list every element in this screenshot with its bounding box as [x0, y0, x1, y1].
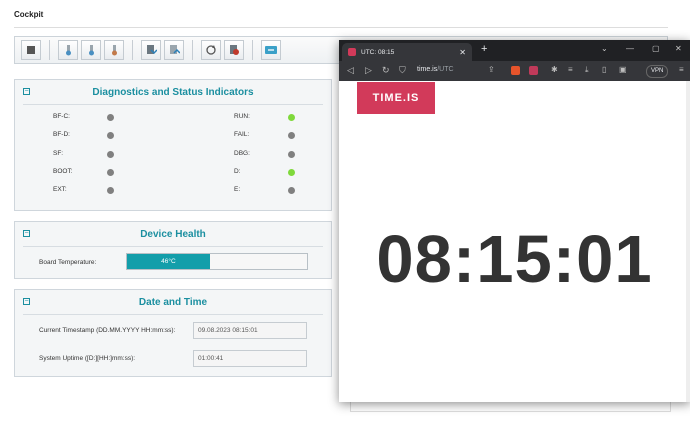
- window-close-icon[interactable]: ✕: [675, 44, 682, 53]
- stop-icon: [27, 46, 35, 54]
- status-led-icon: [107, 113, 114, 121]
- header-divider: [14, 27, 668, 28]
- playlist-icon[interactable]: ≡: [568, 65, 573, 74]
- network-button[interactable]: [261, 40, 281, 60]
- refresh-icon: [206, 45, 216, 55]
- indicator-label: FAIL:: [234, 131, 250, 138]
- collapse-icon[interactable]: −: [23, 88, 30, 95]
- toolbar-separator: [132, 40, 133, 60]
- browser-tab[interactable]: UTC: 08:15 ✕: [342, 43, 472, 61]
- extensions-icon[interactable]: ✱: [551, 65, 558, 74]
- thermometer-icon: [89, 45, 94, 56]
- thermometer-button-3[interactable]: [104, 40, 124, 60]
- timeis-logo[interactable]: TIME.IS: [357, 82, 435, 114]
- toolbar-separator: [252, 40, 253, 60]
- tab-bar: UTC: 08:15 ✕ + ⌄ — ▢ ✕: [339, 40, 690, 61]
- device-health-panel: − Device Health Board Temperature: 46°C: [14, 221, 332, 279]
- maximize-icon[interactable]: ▢: [652, 44, 660, 53]
- thermometer-icon: [112, 45, 117, 56]
- status-led-icon: [288, 168, 295, 176]
- bookmark-icon[interactable]: ⛉: [399, 65, 406, 76]
- thermometer-icon: [66, 45, 71, 56]
- status-led-icon: [288, 113, 295, 121]
- utc-clock: 08:15:01: [376, 222, 653, 297]
- board-temperature-bar: 46°C: [126, 253, 308, 270]
- new-tab-button[interactable]: +: [481, 43, 487, 55]
- status-led-icon: [288, 186, 295, 194]
- status-led-icon: [107, 131, 114, 139]
- status-led-icon: [107, 150, 114, 158]
- indicator-label: BOOT:: [53, 168, 73, 175]
- date-time-panel: − Date and Time Current Timestamp (DD.MM…: [14, 289, 332, 377]
- browser-window: UTC: 08:15 ✕ + ⌄ — ▢ ✕ ◁ ▷ ↻ ⛉ time.is/U…: [339, 40, 690, 402]
- uptime-field: 01:00:41: [193, 350, 307, 367]
- refresh-button[interactable]: [201, 40, 221, 60]
- board-temperature-label: Board Temperature:: [39, 259, 97, 266]
- page-content: TIME.IS 08:15:01: [339, 81, 690, 402]
- date-time-header: − Date and Time: [23, 290, 323, 315]
- share-icon[interactable]: ⇪: [488, 65, 495, 74]
- collapse-icon[interactable]: −: [23, 298, 30, 305]
- status-led-icon: [107, 168, 114, 176]
- document-download-icon: [147, 45, 157, 55]
- reload-icon[interactable]: ↻: [382, 65, 390, 76]
- indicator-label: BF-D:: [53, 131, 70, 138]
- app-title: Cockpit: [14, 10, 44, 19]
- device-health-title: Device Health: [140, 228, 206, 240]
- timeis-favicon-icon: [348, 48, 356, 56]
- thermometer-button-2[interactable]: [81, 40, 101, 60]
- indicator-label: RUN:: [234, 113, 250, 120]
- status-led-icon: [288, 131, 295, 139]
- minimize-icon[interactable]: —: [626, 44, 634, 53]
- wallet-icon[interactable]: ▣: [619, 65, 627, 74]
- upload-config-button[interactable]: [164, 40, 184, 60]
- tab-title: UTC: 08:15: [361, 48, 395, 56]
- device-health-header: − Device Health: [23, 222, 323, 247]
- timestamp-field: 09.08.2023 08:15:01: [193, 322, 307, 339]
- document-upload-icon: [170, 45, 180, 54]
- tab-close-icon[interactable]: ✕: [459, 48, 466, 57]
- toolbar-separator: [49, 40, 50, 60]
- menu-icon[interactable]: ≡: [679, 65, 684, 74]
- indicator-label: SF:: [53, 150, 64, 157]
- url-field[interactable]: time.is/UTC: [417, 66, 454, 73]
- brave-shield-icon[interactable]: [511, 66, 520, 75]
- diagnostics-header: − Diagnostics and Status Indicators: [23, 80, 323, 105]
- collapse-icon[interactable]: −: [23, 230, 30, 237]
- toolbar-separator: [192, 40, 193, 60]
- indicator-label: E:: [234, 186, 241, 193]
- reset-icon: [230, 45, 239, 55]
- indicator-label: EXT:: [53, 186, 67, 193]
- brave-rewards-icon[interactable]: [529, 66, 538, 75]
- status-led-icon: [107, 186, 114, 194]
- downloads-icon[interactable]: ⤓: [585, 65, 589, 75]
- date-time-title: Date and Time: [138, 296, 208, 308]
- url-path: /UTC: [437, 66, 454, 73]
- thermometer-button-1[interactable]: [58, 40, 78, 60]
- indicator-label: D:: [234, 168, 241, 175]
- sidebar-icon[interactable]: ▯: [602, 65, 606, 74]
- indicator-label: DBG:: [234, 150, 250, 157]
- forward-icon[interactable]: ▷: [365, 65, 372, 76]
- diagnostics-title: Diagnostics and Status Indicators: [92, 86, 254, 98]
- board-temperature-fill: 46°C: [127, 254, 210, 269]
- indicator-label: BF-C:: [53, 113, 70, 120]
- network-icon: [265, 46, 277, 54]
- status-led-icon: [288, 150, 295, 158]
- download-config-button[interactable]: [141, 40, 161, 60]
- uptime-label: System Uptime ([D:][HH:]mm:ss):: [39, 355, 136, 362]
- address-bar: ◁ ▷ ↻ ⛉ time.is/UTC ⇪ ✱ ≡ ⤓ ▯ ▣ VPN ≡: [339, 61, 690, 81]
- url-host: time.is: [417, 66, 438, 73]
- diagnostics-panel: − Diagnostics and Status Indicators BF-C…: [14, 79, 332, 211]
- back-icon[interactable]: ◁: [347, 65, 354, 76]
- timestamp-label: Current Timestamp (DD.MM.YYYY HH:mm:ss):: [39, 327, 176, 334]
- stop-button[interactable]: [21, 40, 41, 60]
- tab-search-icon[interactable]: ⌄: [601, 44, 608, 53]
- reset-button[interactable]: [224, 40, 244, 60]
- scrollbar[interactable]: [686, 81, 690, 402]
- vpn-button[interactable]: VPN: [646, 65, 669, 78]
